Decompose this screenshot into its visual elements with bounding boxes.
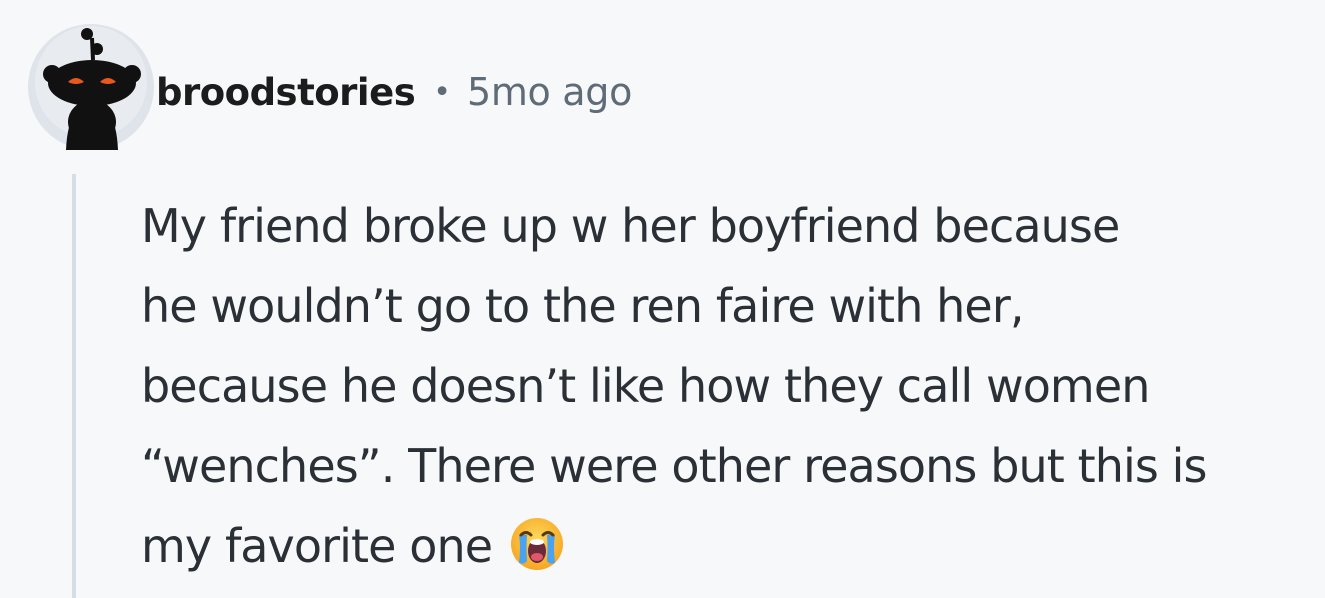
thread-line[interactable] xyxy=(72,174,76,598)
snoo-avatar-icon[interactable] xyxy=(28,24,154,150)
timestamp[interactable]: 5mo ago xyxy=(467,70,632,114)
comment-body-line-last: my favorite one xyxy=(141,506,1321,586)
loudly-crying-face-icon xyxy=(511,518,564,570)
comment-body-line: “wenches”. There were other reasons but … xyxy=(141,439,1208,493)
comment-body-line: My friend broke up w her boyfriend becau… xyxy=(141,199,1120,253)
comment-body-line-text: my favorite one xyxy=(141,519,493,573)
meta-separator: • xyxy=(433,74,451,110)
comment-body-line: because he doesn’t like how they call wo… xyxy=(141,359,1150,413)
comment-body-line: he wouldn’t go to the ren faire with her… xyxy=(141,279,1024,333)
comment-header: broodstories • 5mo ago xyxy=(156,62,632,122)
comment-body: My friend broke up w her boyfriend becau… xyxy=(141,186,1321,586)
comment: broodstories • 5mo ago My friend broke u… xyxy=(0,0,1325,598)
username-link[interactable]: broodstories xyxy=(156,71,416,114)
